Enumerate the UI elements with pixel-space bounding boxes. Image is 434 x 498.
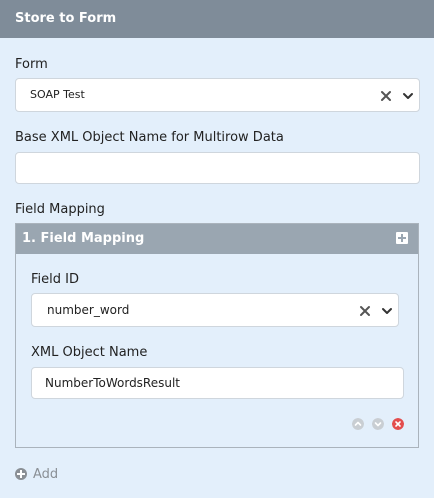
field-id-label: Field ID [31, 272, 79, 287]
form-select[interactable]: SOAP Test [15, 78, 420, 112]
xml-object-name-label: XML Object Name [31, 345, 148, 360]
chevron-down-icon[interactable] [381, 305, 393, 317]
field-mapping-label: Field Mapping [15, 202, 105, 217]
field-mapping-item-title: 1. Field Mapping [22, 231, 145, 246]
clear-icon[interactable] [359, 305, 371, 317]
move-up-icon[interactable] [352, 418, 364, 430]
chevron-down-icon[interactable] [402, 90, 414, 102]
field-mapping-item-header: 1. Field Mapping [16, 224, 418, 254]
xml-object-name-value: NumberToWordsResult [45, 376, 181, 390]
add-button[interactable]: Add [15, 466, 58, 482]
expand-icon[interactable] [396, 232, 408, 244]
remove-icon[interactable] [392, 418, 404, 430]
base-xml-input[interactable] [15, 152, 420, 184]
add-icon [15, 468, 27, 480]
base-xml-label: Base XML Object Name for Multirow Data [15, 130, 284, 145]
form-label: Form [15, 57, 48, 72]
move-down-icon[interactable] [372, 418, 384, 430]
panel-title: Store to Form [0, 0, 434, 38]
field-id-selected-value: number_word [47, 303, 130, 317]
xml-object-name-input[interactable]: NumberToWordsResult [31, 367, 404, 399]
field-mapping-item: 1. Field Mapping Field ID number_word XM… [15, 223, 419, 448]
clear-icon[interactable] [380, 90, 392, 102]
form-selected-value: SOAP Test [30, 88, 85, 101]
add-label: Add [33, 466, 59, 482]
field-id-select[interactable]: number_word [31, 293, 399, 327]
